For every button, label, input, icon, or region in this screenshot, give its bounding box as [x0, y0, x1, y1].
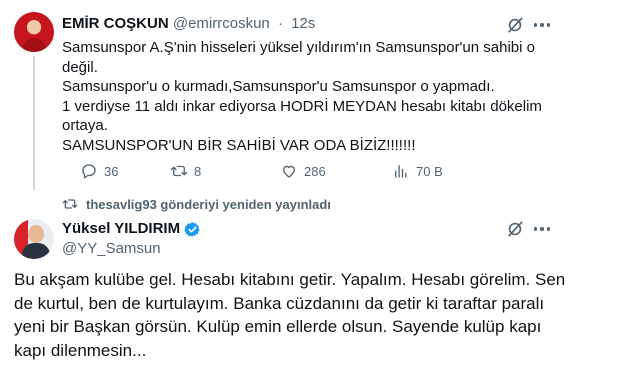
author-handle[interactable]: @emirrcoskun	[173, 15, 270, 32]
repost-icon	[62, 199, 78, 209]
views-button[interactable]: 70 B	[392, 160, 443, 182]
heart-icon	[283, 165, 295, 178]
tweet-line: 1 verdiyse 11 aldı inkar ediyorsa HODRİ …	[62, 97, 542, 115]
reply-button[interactable]: 36	[80, 160, 118, 182]
tweet-line: değil.	[62, 58, 98, 76]
tweet-line: SAMSUNSPOR'UN BİR SAHİBİ VAR ODA BİZİZ!!…	[62, 136, 416, 154]
author-name[interactable]: EMİR COŞKUN	[62, 15, 169, 32]
tweet-line: Samsunspor'u o kurmadı,Samsunspor'u Sams…	[62, 78, 495, 95]
repost-button[interactable]: 8	[170, 160, 201, 182]
repost-icon	[170, 165, 188, 177]
verified-badge-icon[interactable]	[184, 221, 201, 238]
reply-icon	[82, 164, 96, 179]
tweet-line: de kurtul, ben de kurtulayım. Banka cüzd…	[14, 293, 545, 313]
tweet-actions: 36 8 286 70 B	[62, 160, 482, 182]
author-handle[interactable]: @YY_Samsun	[62, 239, 201, 259]
grok-icon[interactable]	[505, 15, 525, 35]
tweet-line: ortaya.	[62, 117, 108, 134]
more-options-icon[interactable]	[531, 219, 553, 239]
repost-text: thesavlig93 gönderiyi yeniden yayınladı	[86, 196, 331, 212]
tweet-header: EMİR COŞKUN @emirrcoskun · 12s	[62, 14, 315, 34]
tweet-line: kapı dilenmesin...	[14, 340, 147, 360]
tweet-line: yeni bir Başkan görsün. Kulüp emin eller…	[14, 317, 542, 336]
views-count: 70 B	[416, 163, 443, 179]
grok-icon[interactable]	[505, 219, 525, 239]
avatar[interactable]	[14, 219, 54, 259]
reply-count: 36	[104, 163, 119, 179]
separator-dot: ·	[277, 15, 283, 32]
tweet-text: Bu akşam kulübe gel. Hesabı kitabını get…	[14, 268, 594, 362]
tweet-line: Bu akşam kulübe gel. Hesabı kitabını get…	[14, 270, 566, 289]
avatar[interactable]	[14, 12, 54, 52]
thread-line	[33, 56, 35, 190]
like-count: 286	[304, 163, 326, 179]
repost-indicator[interactable]: thesavlig93 gönderiyi yeniden yayınladı	[62, 196, 331, 212]
quoted-tweet[interactable]: EMİR COŞKUN @emirrcoskun · 12s Samsunspo…	[0, 0, 641, 190]
views-icon	[395, 165, 407, 178]
tweet-time[interactable]: 12s	[291, 15, 315, 32]
author-name[interactable]: Yüksel YILDIRIM	[62, 219, 180, 239]
more-options-icon[interactable]	[531, 15, 553, 35]
like-button[interactable]: 286	[280, 160, 326, 182]
tweet-line: Samsunspor A.Ş'nin hisseleri yüksel yıld…	[62, 39, 535, 56]
tweet-header: Yüksel YILDIRIM @YY_Samsun	[62, 219, 201, 259]
tweet-text: Samsunspor A.Ş'nin hisseleri yüksel yıld…	[62, 38, 562, 155]
repost-count: 8	[194, 163, 202, 179]
